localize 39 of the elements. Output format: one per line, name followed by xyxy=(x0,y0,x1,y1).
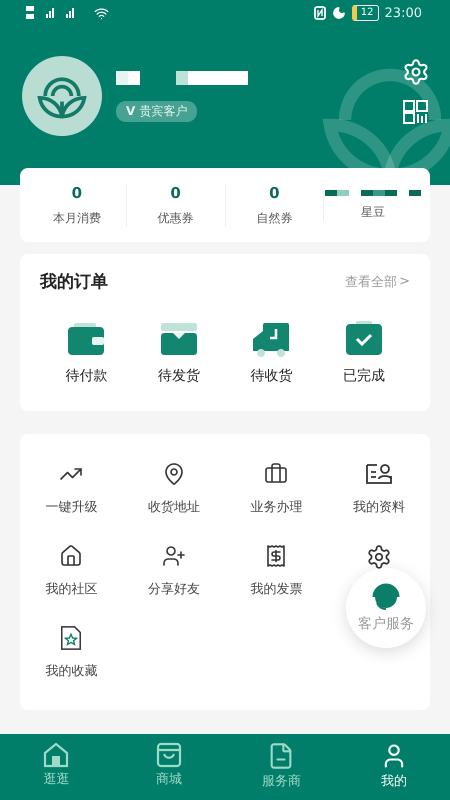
stat-label: 自然券 xyxy=(256,210,292,226)
service-button[interactable]: 我的收藏 xyxy=(20,626,122,680)
battery-level: 12 xyxy=(352,5,379,21)
clipboard-check-icon xyxy=(344,321,384,357)
home-icon xyxy=(42,742,70,768)
wallet-icon xyxy=(66,321,106,357)
add-user-icon xyxy=(160,544,187,568)
shopping-bag-icon xyxy=(154,742,183,768)
moon-icon xyxy=(332,6,346,20)
orders-title: 我的订单 xyxy=(40,271,108,293)
order-status-button[interactable]: 已完成 xyxy=(318,321,410,385)
stat-value: 0 xyxy=(72,184,82,202)
service-button[interactable]: 我的社区 xyxy=(20,544,122,598)
settings-icon[interactable] xyxy=(366,544,392,570)
order-status-button[interactable]: 待付款 xyxy=(40,321,132,385)
qr-code-icon[interactable] xyxy=(403,100,429,124)
status-time: 23:00 xyxy=(384,6,422,20)
stat-label: 星豆 xyxy=(361,204,386,220)
order-status-button[interactable]: 待收货 xyxy=(225,321,318,385)
service-button[interactable]: 我的资料 xyxy=(328,462,430,516)
star-document-icon xyxy=(59,626,84,650)
briefcase-icon xyxy=(263,462,290,486)
service-button[interactable]: 收货地址 xyxy=(122,462,225,516)
service-button[interactable]: 业务办理 xyxy=(225,462,328,516)
box-icon xyxy=(158,321,199,357)
profile-card-icon xyxy=(364,462,393,486)
service-button[interactable]: 分享好友 xyxy=(122,544,225,598)
stat-label: 本月消费 xyxy=(52,210,101,226)
tab[interactable]: 我的 xyxy=(338,742,450,800)
vip-badge: V 贵宾客户 xyxy=(116,100,198,122)
stat-value: 0 xyxy=(170,184,181,202)
order-status-button[interactable]: 待发货 xyxy=(132,321,225,385)
service-button[interactable]: 一键升级 xyxy=(20,462,122,516)
truck-icon xyxy=(251,321,292,357)
stat-label: 优惠券 xyxy=(158,210,194,226)
nfc-icon xyxy=(314,6,326,20)
service-button[interactable]: 我的发票 xyxy=(225,544,328,598)
wifi-icon xyxy=(94,6,109,20)
stat-value: 0 xyxy=(269,184,280,202)
